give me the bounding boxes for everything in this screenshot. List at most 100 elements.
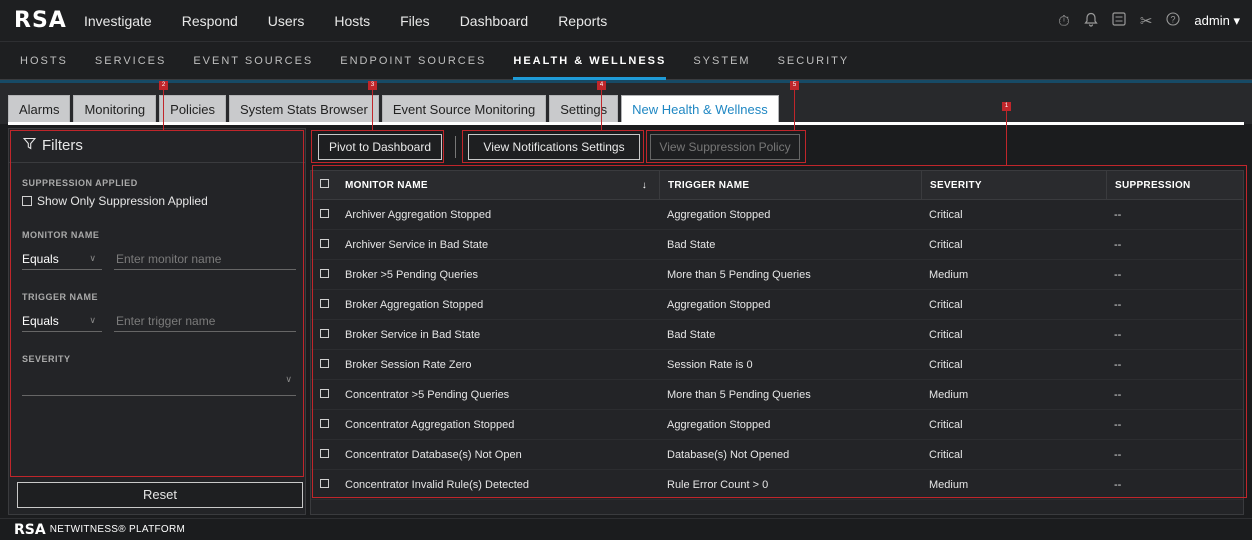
row-checkbox[interactable] <box>320 268 329 278</box>
header-severity[interactable]: SEVERITY <box>921 170 1106 200</box>
table-header: MONITOR NAME ↓ TRIGGER NAME SEVERITY SUP… <box>311 170 1243 200</box>
subnav-event-sources[interactable]: EVENT SOURCES <box>193 42 313 80</box>
rsa-logo[interactable]: RSA <box>14 8 84 33</box>
row-checkbox[interactable] <box>320 328 329 338</box>
monitor-operator-value: Equals <box>22 251 59 266</box>
tools-icon[interactable]: ✂ <box>1140 12 1153 30</box>
table-row[interactable]: Broker Aggregation Stopped Aggregation St… <box>311 290 1243 320</box>
suppression-cell: -- <box>1114 208 1122 221</box>
nav-dashboard[interactable]: Dashboard <box>460 13 529 29</box>
trigger-name-cell: Rule Error Count > 0 <box>667 478 769 491</box>
row-checkbox[interactable] <box>320 208 329 218</box>
sort-down-arrow-icon[interactable]: ↓ <box>642 180 647 191</box>
row-select-cell[interactable] <box>311 208 339 221</box>
trigger-name-filter: Equals ∨ Enter trigger name <box>22 310 305 332</box>
severity-cell: Critical <box>929 358 963 371</box>
suppression-cell: -- <box>1114 358 1122 371</box>
nav-files[interactable]: Files <box>400 13 430 29</box>
tab-settings[interactable]: Settings <box>549 95 619 123</box>
annotation-leader-2 <box>163 90 164 130</box>
suppression-checkbox[interactable] <box>22 196 32 206</box>
tab-alarms[interactable]: Alarms <box>8 95 71 123</box>
trigger-name-cell: Session Rate is 0 <box>667 358 753 371</box>
table-row[interactable]: Concentrator >5 Pending Queries More than… <box>311 380 1243 410</box>
severity-select[interactable]: ∨ <box>22 374 296 396</box>
nav-users[interactable]: Users <box>268 13 305 29</box>
header-suppression[interactable]: SUPPRESSION <box>1106 170 1243 200</box>
user-menu[interactable]: admin ▾ <box>1194 13 1240 29</box>
subnav-system[interactable]: SYSTEM <box>693 42 750 80</box>
header-monitor-name[interactable]: MONITOR NAME ↓ <box>339 180 659 191</box>
table-row[interactable]: Broker >5 Pending Queries More than 5 Pen… <box>311 260 1243 290</box>
row-checkbox[interactable] <box>320 418 329 428</box>
row-select-cell[interactable] <box>311 268 339 281</box>
table-row[interactable]: Broker Session Rate Zero Session Rate is … <box>311 350 1243 380</box>
table-row[interactable]: Concentrator Database(s) Not Open Databas… <box>311 440 1243 470</box>
row-select-cell[interactable] <box>311 358 339 371</box>
table-row[interactable]: Archiver Service in Bad State Bad State Cr… <box>311 230 1243 260</box>
nav-hosts[interactable]: Hosts <box>334 13 370 29</box>
select-all-cell[interactable] <box>311 179 339 191</box>
table-row[interactable]: Broker Service in Bad State Bad State Crit… <box>311 320 1243 350</box>
monitor-name-cell: Archiver Aggregation Stopped <box>345 208 492 221</box>
severity-cell: Critical <box>929 448 963 461</box>
severity-cell: Critical <box>929 328 963 341</box>
monitor-name-input[interactable]: Enter monitor name <box>114 248 296 270</box>
row-checkbox[interactable] <box>320 358 329 368</box>
table-row[interactable]: Concentrator Aggregation Stopped Aggregat… <box>311 410 1243 440</box>
chevron-down-icon: ∨ <box>89 315 96 325</box>
table-row[interactable]: Archiver Aggregation Stopped Aggregation … <box>311 200 1243 230</box>
row-select-cell[interactable] <box>311 478 339 491</box>
subnav-hosts[interactable]: HOSTS <box>20 42 68 80</box>
monitor-name-cell: Broker Service in Bad State <box>345 328 481 341</box>
nav-reports[interactable]: Reports <box>558 13 607 29</box>
row-checkbox[interactable] <box>320 388 329 398</box>
tab-system-stats-browser[interactable]: System Stats Browser <box>228 95 379 123</box>
top-nav: RSA Investigate Respond Users Hosts File… <box>0 0 1252 42</box>
trigger-name-cell: Aggregation Stopped <box>667 418 771 431</box>
row-select-cell[interactable] <box>311 448 339 461</box>
tab-policies[interactable]: Policies <box>159 95 226 123</box>
trigger-name-cell: More than 5 Pending Queries <box>667 268 811 281</box>
footer-logo: RSA <box>14 521 46 538</box>
row-select-cell[interactable] <box>311 298 339 311</box>
subnav-health-wellness[interactable]: HEALTH & WELLNESS <box>513 42 667 80</box>
chevron-down-icon: ∨ <box>285 374 292 384</box>
row-checkbox[interactable] <box>320 448 329 458</box>
row-checkbox[interactable] <box>320 298 329 308</box>
row-select-cell[interactable] <box>311 388 339 401</box>
monitor-name-cell: Concentrator Database(s) Not Open <box>345 448 522 461</box>
trigger-name-input[interactable]: Enter trigger name <box>114 310 296 332</box>
suppression-cell: -- <box>1114 478 1122 491</box>
nav-investigate[interactable]: Investigate <box>84 13 152 29</box>
row-select-cell[interactable] <box>311 418 339 431</box>
monitor-operator-select[interactable]: Equals ∨ <box>22 248 102 270</box>
toolbar-divider <box>455 136 456 158</box>
subnav-security[interactable]: SECURITY <box>778 42 850 80</box>
reset-button[interactable]: Reset <box>17 482 303 508</box>
header-trigger-name[interactable]: TRIGGER NAME <box>659 170 921 200</box>
pivot-to-dashboard-button[interactable]: Pivot to Dashboard <box>318 134 442 160</box>
table-row[interactable]: Concentrator Invalid Rule(s) Detected Rul… <box>311 470 1243 500</box>
stopwatch-icon[interactable]: ⏱ <box>1058 13 1070 30</box>
subnav-services[interactable]: SERVICES <box>95 42 166 80</box>
row-checkbox[interactable] <box>320 478 329 488</box>
severity-label: SEVERITY <box>22 354 71 364</box>
bell-icon[interactable] <box>1084 12 1098 31</box>
suppression-checkbox-row[interactable]: Show Only Suppression Applied <box>22 194 305 208</box>
row-select-cell[interactable] <box>311 238 339 251</box>
row-select-cell[interactable] <box>311 328 339 341</box>
tab-new-health-wellness[interactable]: New Health & Wellness <box>621 95 779 123</box>
admin-subnav: HOSTS SERVICES EVENT SOURCES ENDPOINT SO… <box>0 42 1252 80</box>
view-suppression-policy-button[interactable]: View Suppression Policy <box>650 134 800 160</box>
tab-monitoring[interactable]: Monitoring <box>73 95 157 123</box>
settings-panel-icon[interactable] <box>1112 12 1126 30</box>
nav-respond[interactable]: Respond <box>182 13 238 29</box>
tab-event-source-monitoring[interactable]: Event Source Monitoring <box>381 95 547 123</box>
row-checkbox[interactable] <box>320 238 329 248</box>
trigger-operator-select[interactable]: Equals ∨ <box>22 310 102 332</box>
help-icon[interactable]: ? <box>1166 12 1180 30</box>
subnav-endpoint-sources[interactable]: ENDPOINT SOURCES <box>340 42 486 80</box>
view-notifications-settings-button[interactable]: View Notifications Settings <box>468 134 640 160</box>
select-all-checkbox[interactable] <box>320 179 329 188</box>
